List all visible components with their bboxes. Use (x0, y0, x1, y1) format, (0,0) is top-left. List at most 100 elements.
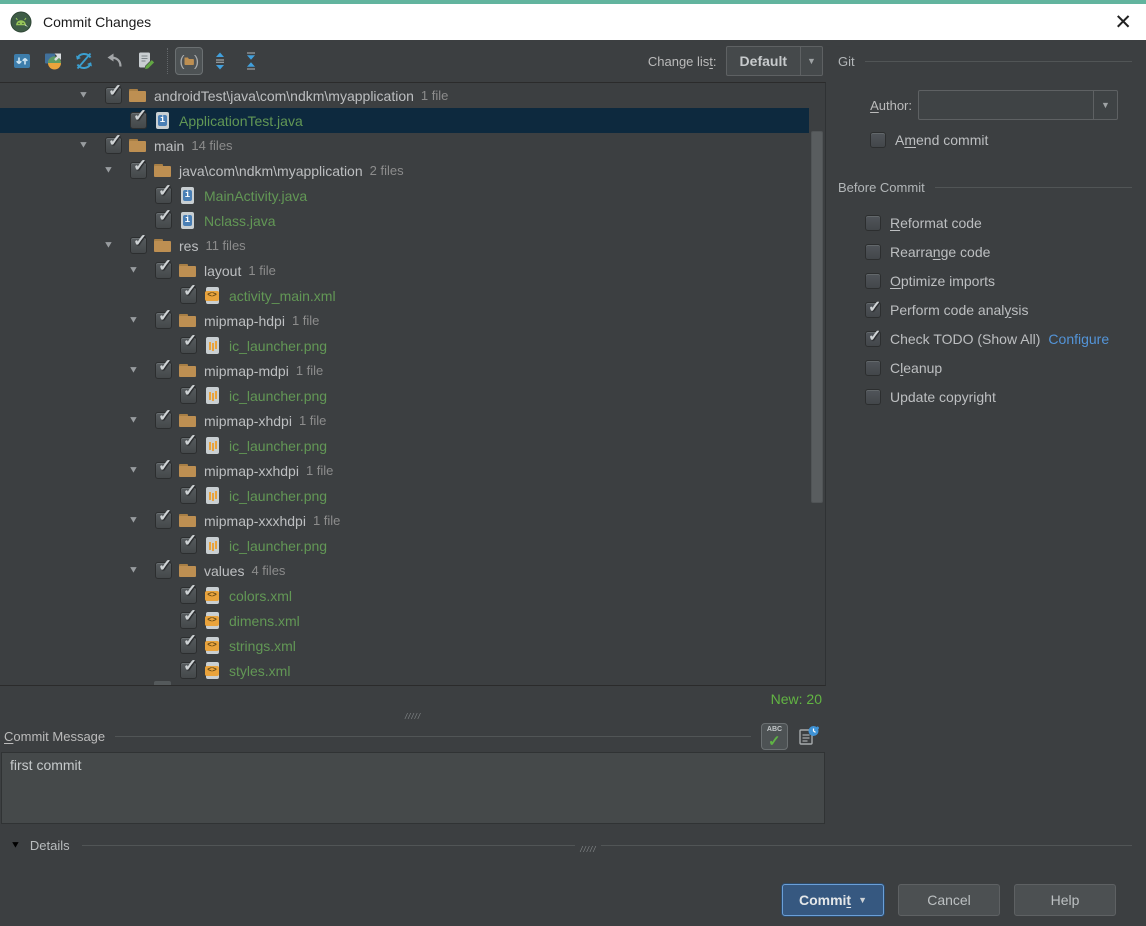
file-checkbox[interactable] (155, 262, 172, 279)
expander-icon[interactable]: ▼ (128, 416, 155, 425)
tree-row[interactable]: activity_main.xml (0, 283, 809, 308)
expander-icon[interactable]: ▼ (78, 91, 105, 100)
horizontal-splitter[interactable] (0, 709, 826, 721)
file-checkbox[interactable] (180, 487, 197, 504)
tree-scrollbar[interactable] (810, 83, 824, 685)
group-by-directory-icon[interactable]: ( ) (175, 47, 203, 75)
chevron-down-icon[interactable]: ▼ (1093, 91, 1117, 119)
file-checkbox[interactable] (180, 612, 197, 629)
tree-row[interactable]: ▼ androidTest\java\com\ndkm\myapplicatio… (0, 83, 809, 108)
spellcheck-toggle-icon[interactable]: ABC (761, 723, 788, 750)
tree-row[interactable]: ApplicationTest.java (0, 108, 809, 133)
before-commit-option[interactable]: Reformat code (865, 212, 1138, 234)
expander-icon[interactable]: ▼ (78, 141, 105, 150)
commit-button[interactable]: Commit ▼ (782, 884, 884, 916)
refresh-changes-icon[interactable] (70, 47, 98, 75)
amend-commit-checkbox[interactable] (870, 132, 886, 148)
file-checkbox[interactable] (180, 637, 197, 654)
tree-scrollbar-thumb[interactable] (811, 131, 823, 503)
file-checkbox[interactable] (130, 112, 147, 129)
option-checkbox[interactable] (865, 389, 881, 405)
file-checkbox[interactable] (155, 212, 172, 229)
expand-all-icon[interactable] (206, 47, 234, 75)
expander-icon[interactable]: ▼ (128, 316, 155, 325)
change-list-select[interactable]: Default ▼ (726, 46, 823, 76)
tree-row[interactable]: ▼ java\com\ndkm\myapplication 2 files (0, 158, 809, 183)
expander-icon[interactable]: ▼ (128, 516, 155, 525)
tree-row[interactable]: styles.xml (0, 658, 809, 683)
move-to-another-changelist-icon[interactable] (39, 47, 67, 75)
expander-icon[interactable]: ▼ (128, 566, 155, 575)
before-commit-option[interactable]: Perform code analysis (865, 299, 1138, 321)
cancel-button[interactable]: Cancel (898, 884, 1000, 916)
tree-row[interactable]: ▼ mipmap-xhdpi 1 file (0, 408, 809, 433)
file-checkbox[interactable] (155, 462, 172, 479)
file-checkbox[interactable] (105, 137, 122, 154)
expander-icon[interactable]: ▼ (128, 366, 155, 375)
tree-row[interactable]: MainActivity.java (0, 183, 809, 208)
tree-row[interactable]: ▼ mipmap-xxxhdpi 1 file (0, 508, 809, 533)
close-icon[interactable]: ✕ (1114, 12, 1132, 33)
tree-row[interactable]: ic_launcher.png (0, 533, 809, 558)
option-checkbox[interactable] (865, 244, 881, 260)
expander-icon[interactable]: ▼ (128, 266, 155, 275)
help-button[interactable]: Help (1014, 884, 1116, 916)
option-checkbox[interactable] (865, 360, 881, 376)
jump-to-source-icon[interactable] (132, 47, 160, 75)
tree-row[interactable]: ▼ main 14 files (0, 133, 809, 158)
configure-link[interactable]: Configure (1048, 331, 1109, 347)
file-checkbox[interactable] (180, 587, 197, 604)
tree-row[interactable]: ▼ res 11 files (0, 233, 809, 258)
tree-row[interactable]: ic_launcher.png (0, 383, 809, 408)
file-checkbox[interactable] (180, 287, 197, 304)
collapse-all-icon[interactable] (237, 47, 265, 75)
option-checkbox[interactable] (865, 302, 881, 318)
file-checkbox[interactable] (155, 562, 172, 579)
before-commit-option[interactable]: Check TODO (Show All) Configure (865, 328, 1138, 350)
file-checkbox[interactable] (155, 187, 172, 204)
amend-commit-option[interactable]: Amend commit (870, 132, 988, 148)
tree-row[interactable]: colors.xml (0, 583, 809, 608)
details-collapse-icon[interactable]: ▼ (10, 840, 21, 850)
file-checkbox[interactable] (180, 337, 197, 354)
splitter-handle-icon[interactable] (575, 839, 601, 857)
tree-row[interactable]: ▼ mipmap-mdpi 1 file (0, 358, 809, 383)
author-combobox[interactable]: ▼ (918, 90, 1118, 120)
tree-row[interactable]: ▼ values 4 files (0, 558, 809, 583)
tree-row[interactable]: ic_launcher.png (0, 433, 809, 458)
option-checkbox[interactable] (865, 273, 881, 289)
commit-message-input[interactable]: first commit (1, 752, 825, 824)
author-input[interactable] (919, 91, 1093, 119)
tree-row[interactable]: Nclass.java (0, 208, 809, 233)
tree-row[interactable]: ▼ mipmap-hdpi 1 file (0, 308, 809, 333)
expander-icon[interactable]: ▼ (103, 241, 130, 250)
message-history-icon[interactable] (796, 723, 822, 750)
tree-row[interactable]: strings.xml (0, 633, 809, 658)
file-checkbox[interactable] (130, 162, 147, 179)
tree-row[interactable]: ic_launcher.png (0, 483, 809, 508)
file-checkbox[interactable] (155, 512, 172, 529)
file-checkbox[interactable] (180, 387, 197, 404)
tree-row[interactable]: ic_launcher.png (0, 333, 809, 358)
file-checkbox[interactable] (155, 412, 172, 429)
file-checkbox[interactable] (180, 662, 197, 679)
before-commit-option[interactable]: Optimize imports (865, 270, 1138, 292)
before-commit-option[interactable]: Update copyright (865, 386, 1138, 408)
option-checkbox[interactable] (865, 331, 881, 347)
expander-icon[interactable]: ▼ (128, 466, 155, 475)
file-checkbox[interactable] (155, 312, 172, 329)
file-checkbox[interactable] (105, 87, 122, 104)
expander-icon[interactable]: ▼ (103, 166, 130, 175)
option-checkbox[interactable] (865, 215, 881, 231)
chevron-down-icon[interactable]: ▼ (858, 895, 867, 905)
before-commit-option[interactable]: Cleanup (865, 357, 1138, 379)
tree-row[interactable]: ▼ mipmap-xxhdpi 1 file (0, 458, 809, 483)
rollback-icon[interactable] (101, 47, 129, 75)
tree-row[interactable]: dimens.xml (0, 608, 809, 633)
details-label[interactable]: Details (30, 838, 70, 853)
file-checkbox[interactable] (155, 362, 172, 379)
tree-row[interactable]: ▼ layout 1 file (0, 258, 809, 283)
file-checkbox[interactable] (180, 437, 197, 454)
chevron-down-icon[interactable]: ▼ (800, 47, 822, 75)
show-diff-icon[interactable] (8, 47, 36, 75)
